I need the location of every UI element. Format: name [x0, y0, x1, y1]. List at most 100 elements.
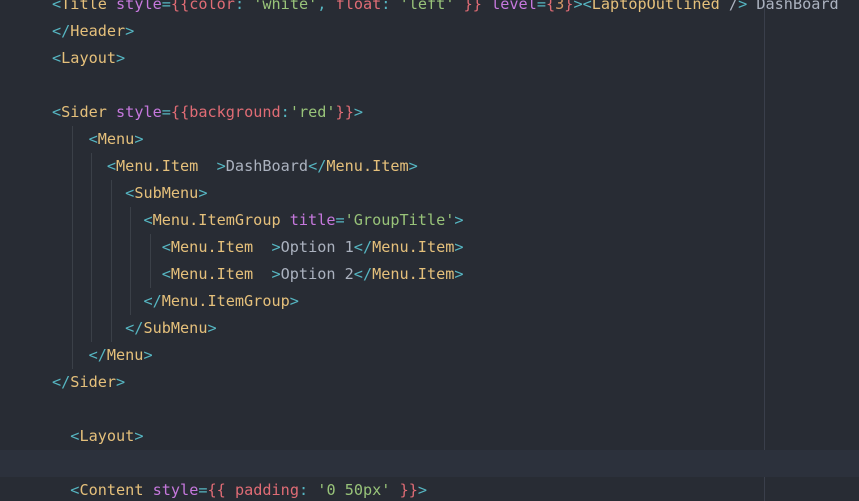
code-line[interactable] — [0, 396, 859, 423]
code-token: 3 — [555, 0, 565, 13]
code-token: > — [216, 157, 226, 175]
code-text: <Menu> — [52, 126, 144, 153]
code-token: Menu.Item — [326, 157, 409, 175]
code-token: </ — [52, 22, 71, 40]
code-token: </ — [125, 319, 144, 337]
code-token: Menu.ItemGroup — [161, 292, 290, 310]
code-line[interactable]: <Menu.Item >DashBoard</Menu.Item> — [0, 153, 859, 180]
code-line[interactable]: <Title style={{color: 'white', float: 'l… — [0, 0, 859, 18]
code-token: Menu.Item — [372, 238, 455, 256]
code-token: Option 1 — [280, 238, 354, 256]
code-token: < — [52, 0, 62, 13]
code-token: > — [271, 238, 281, 256]
code-token: { — [170, 0, 181, 13]
code-token: } — [463, 0, 473, 13]
code-token: > — [134, 130, 144, 148]
code-line[interactable]: </SubMenu> — [0, 315, 859, 342]
code-token: SubMenu — [134, 184, 199, 202]
code-token: { — [545, 0, 556, 13]
code-line[interactable]: </Sider> — [0, 369, 859, 396]
code-token: = — [161, 0, 171, 13]
code-line[interactable]: <Menu.Item >Option 1</Menu.Item> — [0, 234, 859, 261]
code-text: <Menu.Item >Option 1</Menu.Item> — [52, 234, 464, 261]
code-token: LaptopOutlined — [591, 0, 720, 13]
code-line[interactable]: <Menu.Item >Option 2</Menu.Item> — [0, 261, 859, 288]
code-token: Menu — [106, 346, 144, 364]
code-text: <Menu.Item >DashBoard</Menu.Item> — [52, 153, 418, 180]
code-text: <Layout> — [52, 423, 143, 450]
code-token: Content — [79, 481, 144, 499]
code-token: { — [180, 103, 190, 121]
code-editor[interactable]: <Title style={{color: 'white', float: 'l… — [0, 0, 859, 501]
code-token: < — [161, 238, 171, 256]
code-token: color — [189, 0, 235, 13]
code-token: > — [207, 319, 217, 337]
code-line[interactable]: </Menu.ItemGroup> — [0, 288, 859, 315]
code-line[interactable]: <Sider style={{background:'red'}}> — [0, 99, 859, 126]
code-token: = — [198, 481, 208, 499]
code-token: = — [536, 0, 546, 13]
code-line[interactable]: <Menu.ItemGroup title='GroupTitle'> — [0, 207, 859, 234]
code-token: { — [216, 481, 226, 499]
code-token: </ — [353, 265, 373, 283]
code-token: style — [116, 103, 162, 121]
code-token: } — [472, 0, 482, 13]
code-token: { — [180, 0, 190, 13]
code-text: <Content style={{ padding: '0 50px' }}> — [52, 477, 427, 501]
code-text: </Header> — [52, 18, 134, 45]
code-token: SubMenu — [143, 319, 208, 337]
code-text: </Menu> — [52, 342, 153, 369]
code-line[interactable] — [0, 72, 859, 99]
code-token: </ — [88, 346, 107, 364]
code-token: > — [454, 265, 464, 283]
code-line[interactable]: </Menu> — [0, 342, 859, 369]
code-token: 'left' — [399, 0, 455, 13]
code-line[interactable]: <Layout> — [0, 423, 859, 450]
code-text: <Sider style={{background:'red'}}> — [52, 99, 363, 126]
code-token: } — [408, 481, 418, 499]
code-token: Layout — [79, 427, 135, 445]
code-line[interactable] — [0, 450, 859, 477]
code-line[interactable]: <SubMenu> — [0, 180, 859, 207]
code-token: 'red' — [289, 103, 336, 121]
code-token: > — [738, 0, 748, 13]
code-token: } — [335, 103, 345, 121]
code-token: { — [170, 103, 181, 121]
code-token: } — [344, 103, 354, 121]
code-line[interactable]: <Menu> — [0, 126, 859, 153]
code-token: style — [152, 481, 199, 499]
code-token: > — [271, 265, 281, 283]
code-token: : — [234, 0, 245, 13]
code-line[interactable]: </Header> — [0, 18, 859, 45]
code-token: > — [198, 184, 208, 202]
code-line[interactable]: <Layout> — [0, 45, 859, 72]
code-token: </ — [143, 292, 162, 310]
code-token: = — [335, 211, 345, 229]
code-token: > — [454, 238, 464, 256]
code-token: style — [116, 0, 162, 13]
code-token: > — [116, 373, 126, 391]
code-token: < — [106, 157, 117, 175]
code-token: > — [454, 211, 464, 229]
code-token: > — [408, 157, 418, 175]
code-line[interactable]: <Content style={{ padding: '0 50px' }}> — [0, 477, 859, 501]
